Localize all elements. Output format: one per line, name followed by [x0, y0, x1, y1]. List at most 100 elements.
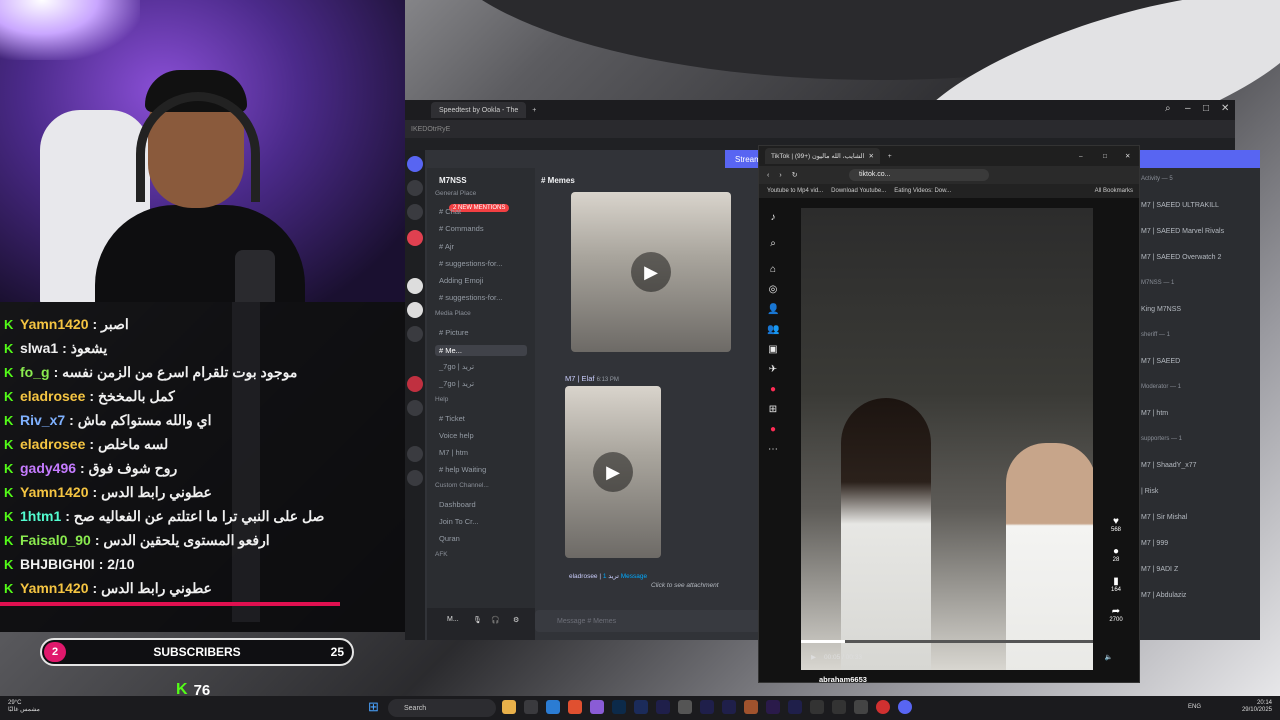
channel-item[interactable]: Voice help: [439, 431, 474, 440]
live-icon[interactable]: ▣: [767, 344, 779, 356]
save-button[interactable]: ▮ 164: [1103, 576, 1129, 606]
volume-icon[interactable]: 🔈: [1105, 653, 1113, 661]
close-icon[interactable]: ✕: [1125, 152, 1130, 160]
chat-username[interactable]: Riv_x7: [20, 412, 65, 428]
video-author[interactable]: abraham6653: [819, 675, 867, 684]
attachment-hint[interactable]: Click to see attachment: [651, 582, 719, 589]
play-icon[interactable]: ▶: [631, 252, 671, 292]
after-effects-icon[interactable]: [656, 700, 670, 714]
home-icon[interactable]: ⌂: [767, 264, 779, 276]
channel-item[interactable]: Adding Emoji: [439, 276, 483, 285]
visual-studio-icon[interactable]: [590, 700, 604, 714]
taskbar-search[interactable]: Search: [388, 699, 496, 717]
channel-item[interactable]: # Ticket: [439, 414, 465, 423]
guild-name[interactable]: M7NSS: [439, 176, 467, 185]
media-encoder-icon[interactable]: [700, 700, 714, 714]
message-input[interactable]: Message # Memes: [535, 610, 765, 632]
server-icon[interactable]: [407, 376, 423, 392]
member-item[interactable]: M7 | 9ADI Z: [1141, 566, 1178, 573]
channel-item[interactable]: # help Waiting: [439, 465, 486, 474]
comment-button[interactable]: ● 28: [1103, 546, 1129, 576]
minimize-icon[interactable]: –: [1185, 103, 1191, 114]
app-icon[interactable]: [744, 700, 758, 714]
back-icon[interactable]: ‹: [767, 172, 769, 179]
tiktok-url[interactable]: tiktok.co...: [849, 169, 989, 181]
reply-preview[interactable]: eladrosee | تريد 1 Message: [569, 572, 647, 580]
upload-icon[interactable]: ⊞: [767, 404, 779, 416]
server-icon[interactable]: [407, 230, 423, 246]
chat-username[interactable]: gady496: [20, 460, 76, 476]
video-attachment[interactable]: ▶: [565, 386, 661, 558]
all-bookmarks[interactable]: All Bookmarks: [1095, 188, 1133, 194]
chat-username[interactable]: 1htm1: [20, 508, 61, 524]
maximize-icon[interactable]: □: [1203, 103, 1209, 114]
server-icon[interactable]: [407, 326, 423, 342]
channel-item[interactable]: # Ajr: [439, 242, 454, 251]
chat-username[interactable]: eladrosee: [20, 388, 85, 404]
new-tab-icon[interactable]: +: [888, 153, 892, 160]
forward-icon[interactable]: ›: [779, 172, 781, 179]
like-button[interactable]: ♥ 568: [1103, 516, 1129, 546]
member-item[interactable]: M7 | ShaadY_x77: [1141, 462, 1197, 469]
file-explorer-icon[interactable]: [502, 700, 516, 714]
app-icon[interactable]: [678, 700, 692, 714]
profile-icon[interactable]: ●: [767, 424, 779, 436]
more-icon[interactable]: ⋯: [767, 444, 779, 456]
maximize-icon[interactable]: □: [1103, 153, 1107, 160]
member-item[interactable]: M7 | SAEED ULTRAKILL: [1141, 202, 1219, 209]
channel-item[interactable]: Dashboard: [439, 500, 476, 509]
tiktok-tab[interactable]: TikTok | الشايب، الله ماليون (+99) ✕: [765, 148, 880, 164]
bookmark[interactable]: Eating Videos: Dow...: [894, 188, 951, 194]
member-item[interactable]: M7 | 999: [1141, 540, 1168, 547]
mic-icon[interactable]: 🎙: [473, 616, 482, 624]
vscode-icon[interactable]: [546, 700, 560, 714]
user-name[interactable]: M...: [447, 616, 459, 623]
video-attachment[interactable]: ▶: [571, 192, 731, 352]
member-item[interactable]: M7 | SAEED: [1141, 358, 1180, 365]
member-item[interactable]: M7 | SAEED Marvel Rivals: [1141, 228, 1224, 235]
channel-item[interactable]: Quran: [439, 534, 460, 543]
channel-item[interactable]: M7 | htm: [439, 448, 468, 457]
add-server-icon[interactable]: [407, 446, 423, 462]
bookmark[interactable]: Youtube to Mp4 vid...: [767, 188, 823, 194]
channel-category[interactable]: General Place: [435, 190, 476, 197]
chat-username[interactable]: Yamn1420: [20, 316, 89, 332]
app-icon[interactable]: [634, 700, 648, 714]
member-item[interactable]: M7 | Abdulaziz: [1141, 592, 1186, 599]
chat-username[interactable]: Yamn1420: [20, 580, 89, 596]
channel-item[interactable]: # Commands: [439, 224, 484, 233]
member-item[interactable]: M7 | SAEED Overwatch 2: [1141, 254, 1221, 261]
channel-item[interactable]: Join To Cr...: [439, 517, 478, 526]
server-icon[interactable]: [407, 156, 423, 172]
server-icon[interactable]: [407, 302, 423, 318]
discord-icon[interactable]: [898, 700, 912, 714]
photoshop-icon[interactable]: [612, 700, 626, 714]
app-icon[interactable]: [810, 700, 824, 714]
minimize-icon[interactable]: –: [1079, 153, 1083, 160]
channel-category[interactable]: AFK: [435, 551, 448, 558]
tiktok-logo-icon[interactable]: ♪: [767, 212, 779, 224]
browser-tab[interactable]: Speedtest by Ookla - The: [431, 102, 527, 118]
reload-icon[interactable]: ↻: [792, 171, 798, 179]
play-icon[interactable]: ▶: [811, 653, 816, 661]
channel-item[interactable]: _7go | تريد: [439, 379, 474, 388]
messages-icon[interactable]: ✈: [767, 364, 779, 376]
explore-icon[interactable]: ◎: [767, 284, 779, 296]
activity-icon[interactable]: ●: [767, 384, 779, 396]
explore-icon[interactable]: [407, 470, 423, 486]
progress-bar[interactable]: [801, 640, 1093, 643]
server-icon[interactable]: [407, 180, 423, 196]
channel-item[interactable]: # Picture: [439, 328, 469, 337]
member-item[interactable]: M7 | Sir Mishal: [1141, 514, 1187, 521]
channel-item[interactable]: _7go | تريد: [439, 362, 474, 371]
weather-widget[interactable]: 29°C مشمس غالبًا: [8, 700, 40, 714]
channel-item[interactable]: # Me...: [435, 344, 527, 356]
close-tab-icon[interactable]: ✕: [868, 152, 873, 160]
channel-item[interactable]: # Chat: [439, 207, 461, 216]
search-icon[interactable]: ⌕: [1165, 103, 1171, 114]
member-item[interactable]: King M7NSS: [1141, 306, 1181, 313]
clock[interactable]: 20:14 29/10/2025: [1242, 700, 1272, 714]
chat-username[interactable]: BHJBIGH0I: [20, 556, 95, 572]
headphones-icon[interactable]: 🎧: [491, 616, 500, 624]
bookmark[interactable]: Download Youtube...: [831, 188, 886, 194]
